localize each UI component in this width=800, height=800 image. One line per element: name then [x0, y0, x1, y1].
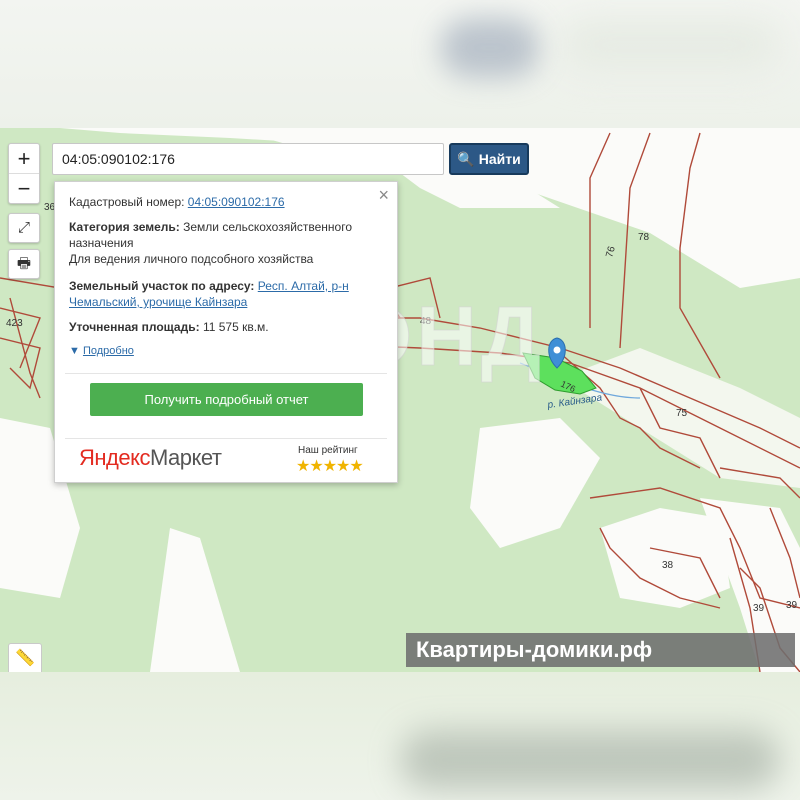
parcel-info-popup: × Кадастровый номер: 04:05:090102:176 Ка…	[54, 181, 398, 483]
ruler-button[interactable]: 📏	[8, 643, 42, 675]
map-label-78: 78	[638, 232, 650, 243]
map-label-39a: 39	[753, 603, 765, 614]
fullscreen-button[interactable]: ⤢	[8, 213, 40, 243]
map-label-75: 75	[676, 408, 688, 419]
close-icon[interactable]: ×	[378, 185, 389, 206]
yandex-market-logo[interactable]: ЯндексМаркет	[79, 445, 222, 471]
search-icon: 🔍	[457, 151, 475, 167]
category-value-3: Для ведения личного подсобного хозяйства	[69, 252, 314, 266]
zoom-control: + −	[8, 143, 40, 204]
map-label-76: 76	[604, 245, 618, 259]
map-label-38: 38	[662, 560, 674, 571]
map-label-48: 48	[420, 316, 432, 327]
cadastral-search-input[interactable]	[52, 143, 444, 175]
find-button-label: Найти	[478, 151, 521, 167]
print-icon: 🖶	[16, 255, 32, 272]
rating-stars: ★★★★★	[296, 458, 364, 475]
category-value-2: назначения	[69, 236, 134, 250]
cadastral-number-link[interactable]: 04:05:090102:176	[188, 195, 285, 209]
map-label-39b: 39	[786, 600, 798, 611]
expand-icon: ⤢	[17, 219, 30, 236]
market-brand-part-2: Маркет	[149, 445, 222, 470]
area-row: Уточненная площадь: 11 575 кв.м.	[69, 319, 369, 335]
rating-label: Наш рейтинг	[298, 445, 358, 456]
address-link-1[interactable]: Респ. Алтай, р-н	[258, 279, 349, 293]
cadastral-number-row: Кадастровый номер: 04:05:090102:176	[69, 194, 369, 210]
address-label: Земельный участок по адресу:	[69, 279, 255, 293]
map-label-423: 423	[6, 318, 23, 329]
zoom-out-button[interactable]: −	[9, 173, 39, 203]
watermark-banner: Квартиры-домики.рф	[406, 633, 795, 667]
get-report-button[interactable]: Получить подробный отчет	[90, 383, 363, 416]
address-row: Земельный участок по адресу: Респ. Алтай…	[69, 278, 369, 310]
blurred-bottom-area	[0, 672, 800, 800]
divider	[65, 373, 387, 374]
more-details-label: Подробно	[82, 345, 134, 357]
land-category-row: Категория земель: Земли сельскохозяйстве…	[69, 219, 369, 267]
blurred-top-area	[0, 0, 800, 128]
category-value-1: Земли сельскохозяйственного	[183, 220, 353, 234]
print-button[interactable]: 🖶	[8, 249, 40, 279]
river-label: р. Кайнзара	[546, 392, 603, 411]
area-value: 11 575 кв.м.	[202, 320, 269, 334]
triangle-down-icon: ▼	[69, 345, 80, 357]
area-label: Уточненная площадь:	[69, 320, 200, 334]
ruler-icon: 📏	[15, 650, 35, 667]
more-details-link[interactable]: ▼ Подробно	[69, 345, 134, 357]
cadastral-label: Кадастровый номер:	[69, 195, 185, 209]
find-button[interactable]: 🔍 Найти	[449, 143, 529, 175]
divider	[65, 438, 387, 439]
address-link-2[interactable]: Чемальский, урочище Кайнзара	[69, 295, 247, 309]
zoom-in-button[interactable]: +	[9, 144, 39, 173]
category-label: Категория земель:	[69, 220, 180, 234]
market-brand-part-1: Яндекс	[79, 445, 150, 470]
